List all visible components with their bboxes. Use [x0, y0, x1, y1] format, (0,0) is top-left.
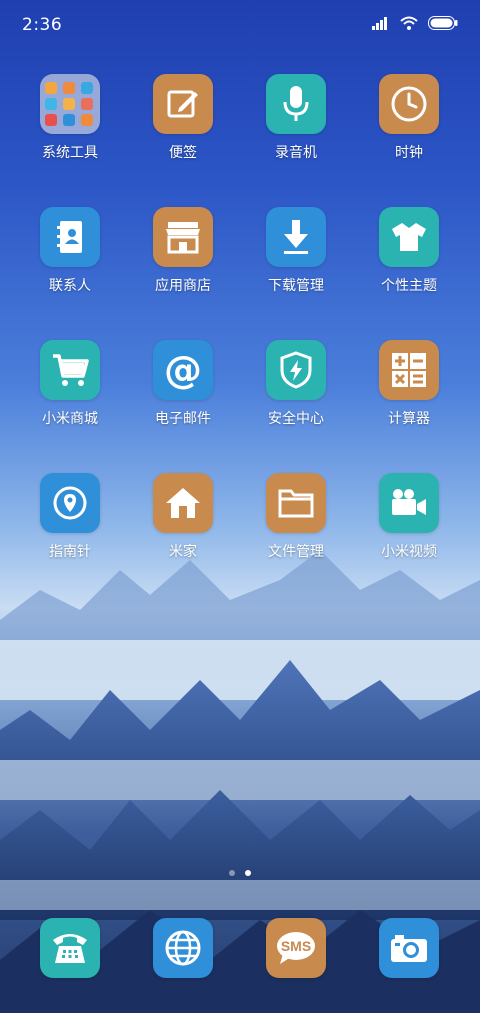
- app-notes[interactable]: 便签: [133, 74, 233, 162]
- battery-icon: [428, 16, 458, 30]
- app-themes[interactable]: 个性主题: [359, 207, 459, 295]
- app-label: 米家: [169, 544, 197, 560]
- wifi-icon: [400, 16, 418, 30]
- notes-edit-icon: [153, 74, 213, 134]
- app-label: 电子邮件: [155, 411, 211, 427]
- app-contacts[interactable]: 联系人: [20, 207, 120, 295]
- shopping-cart-icon: [40, 340, 100, 400]
- app-recorder[interactable]: 录音机: [246, 74, 346, 162]
- dock-phone[interactable]: [20, 918, 120, 978]
- status-bar: 2:36: [0, 0, 480, 52]
- store-icon: [153, 207, 213, 267]
- shield-bolt-icon: [266, 340, 326, 400]
- at-sign-icon: @: [153, 340, 213, 400]
- tshirt-icon: [379, 207, 439, 267]
- app-mi-home[interactable]: 米家: [133, 473, 233, 561]
- app-system-tools-folder[interactable]: 系统工具: [20, 74, 120, 162]
- sms-icon: SMS: [266, 918, 326, 978]
- app-label: 联系人: [49, 278, 91, 294]
- contacts-book-icon: [40, 207, 100, 267]
- download-arrow-icon: [266, 207, 326, 267]
- calculator-icon: [379, 340, 439, 400]
- app-mi-video[interactable]: 小米视频: [359, 473, 459, 561]
- app-clock[interactable]: 时钟: [359, 74, 459, 162]
- app-label: 安全中心: [268, 411, 324, 427]
- app-label: 系统工具: [42, 145, 98, 161]
- app-label: 指南针: [49, 544, 91, 560]
- app-label: 个性主题: [381, 278, 437, 294]
- compass-pin-icon: [40, 473, 100, 533]
- signal-icon: [372, 17, 387, 30]
- file-folder-icon: [266, 473, 326, 533]
- clock-icon: [379, 74, 439, 134]
- app-label: 应用商店: [155, 278, 211, 294]
- video-camera-icon: [379, 473, 439, 533]
- microphone-icon: [266, 74, 326, 134]
- app-compass[interactable]: 指南针: [20, 473, 120, 561]
- app-label: 小米商城: [42, 411, 98, 427]
- app-label: 便签: [169, 145, 197, 161]
- app-file-manager[interactable]: 文件管理: [246, 473, 346, 561]
- telephone-icon: [40, 918, 100, 978]
- sms-text: SMS: [280, 938, 312, 954]
- dock-camera[interactable]: [359, 918, 459, 978]
- home-icon: [153, 473, 213, 533]
- app-calculator[interactable]: 计算器: [359, 340, 459, 428]
- dock-browser[interactable]: [133, 918, 233, 978]
- app-downloads[interactable]: 下载管理: [246, 207, 346, 295]
- camera-icon: [379, 918, 439, 978]
- app-store[interactable]: 应用商店: [133, 207, 233, 295]
- app-label: 文件管理: [268, 544, 324, 560]
- app-label: 下载管理: [268, 278, 324, 294]
- app-security[interactable]: 安全中心: [246, 340, 346, 428]
- app-label: 计算器: [388, 411, 430, 427]
- folder-icon: [40, 74, 100, 134]
- app-email[interactable]: @ 电子邮件: [133, 340, 233, 428]
- app-label: 录音机: [275, 145, 317, 161]
- page-dot-1[interactable]: [229, 870, 235, 876]
- page-indicator: [0, 870, 480, 876]
- page-dot-2-active[interactable]: [245, 870, 251, 876]
- dock-messages[interactable]: SMS: [246, 918, 346, 978]
- status-time: 2:36: [22, 15, 63, 35]
- app-label: 时钟: [395, 145, 423, 161]
- app-mi-store[interactable]: 小米商城: [20, 340, 120, 428]
- app-label: 小米视频: [381, 544, 437, 560]
- globe-icon: [153, 918, 213, 978]
